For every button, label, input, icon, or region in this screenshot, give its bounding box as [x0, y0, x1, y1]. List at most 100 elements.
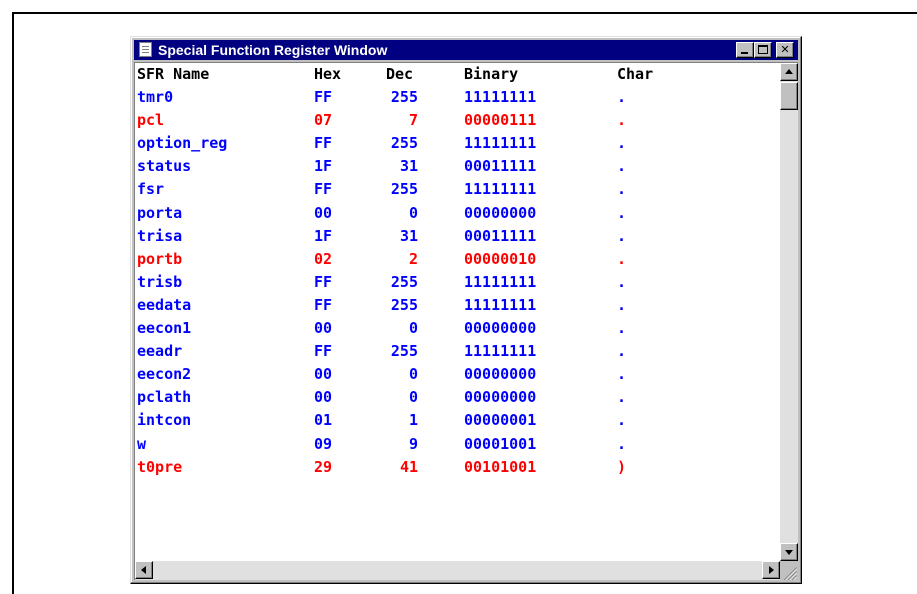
minimize-button[interactable]: [736, 42, 754, 58]
register-hex: FF: [314, 88, 333, 107]
register-hex: 00: [314, 203, 333, 222]
register-dec: 255: [390, 295, 418, 314]
table-row[interactable]: fsr FF 255 11111111.: [137, 178, 773, 201]
title-bar[interactable]: Special Function Register Window ✕: [134, 40, 798, 60]
register-binary: 00101001: [464, 457, 537, 476]
register-dec: 0: [408, 365, 418, 384]
maximize-button[interactable]: [754, 42, 772, 58]
register-dec: 2: [408, 249, 418, 268]
scroll-right-button[interactable]: [762, 561, 780, 579]
register-dec: 7: [408, 111, 418, 130]
register-dec: 0: [408, 203, 418, 222]
arrow-down-icon: [785, 550, 793, 555]
register-char: .: [617, 111, 627, 130]
register-name: status: [137, 157, 192, 176]
register-binary: 00000000: [464, 203, 537, 222]
column-header-hex[interactable]: Hex: [314, 65, 341, 83]
register-char: .: [617, 249, 627, 268]
scroll-up-button[interactable]: [780, 63, 798, 81]
minimize-icon: [741, 52, 748, 54]
register-name: t0pre: [137, 457, 183, 476]
register-name: intcon: [137, 411, 192, 430]
register-char: .: [617, 226, 627, 245]
register-list-area[interactable]: SFR Name Hex Dec Binary Char tmr0 FF 255 11…: [134, 62, 798, 580]
table-row[interactable]: eedata FF 255 11111111.: [137, 294, 773, 317]
table-row[interactable]: intcon 01 1 00000001.: [137, 409, 773, 432]
register-binary: 00000001: [464, 411, 537, 430]
register-dec: 255: [390, 180, 418, 199]
register-binary: 11111111: [464, 342, 537, 361]
resize-grip-icon[interactable]: [780, 561, 798, 580]
register-name: eecon2: [137, 365, 192, 384]
table-row[interactable]: tmr0 FF 255 11111111.: [137, 86, 773, 109]
table-row[interactable]: trisa 1F 31 00011111.: [137, 225, 773, 248]
register-hex: FF: [314, 342, 333, 361]
table-row[interactable]: eeadr FF 255 11111111.: [137, 340, 773, 363]
horizontal-scrollbar[interactable]: [135, 561, 780, 580]
column-header-binary[interactable]: Binary: [464, 65, 518, 83]
register-name: fsr: [137, 180, 165, 199]
register-binary: 00011111: [464, 157, 537, 176]
close-button[interactable]: ✕: [776, 42, 794, 58]
scroll-left-button[interactable]: [135, 561, 153, 579]
register-name: w: [137, 434, 147, 453]
register-char: .: [617, 180, 627, 199]
table-header: SFR Name Hex Dec Binary Char: [137, 63, 773, 86]
table-row[interactable]: t0pre 29 41 00101001): [137, 456, 773, 479]
register-hex: 00: [314, 319, 333, 338]
vertical-scroll-thumb[interactable]: [780, 82, 798, 110]
register-hex: 02: [314, 249, 333, 268]
register-hex: FF: [314, 134, 333, 153]
register-name: trisb: [137, 272, 183, 291]
document-frame-left: [12, 12, 14, 594]
register-binary: 00000000: [464, 319, 537, 338]
register-hex: 01: [314, 411, 333, 430]
window-app-icon[interactable]: [139, 42, 152, 57]
register-binary: 11111111: [464, 272, 537, 291]
vertical-scrollbar[interactable]: [780, 63, 798, 561]
table-row[interactable]: trisb FF 255 11111111.: [137, 271, 773, 294]
register-hex: 1F: [314, 226, 333, 245]
register-dec: 255: [390, 342, 418, 361]
table-row[interactable]: status 1F 31 00011111.: [137, 155, 773, 178]
column-header-dec[interactable]: Dec: [386, 65, 413, 83]
column-header-char[interactable]: Char: [617, 65, 653, 83]
register-binary: 00001001: [464, 434, 537, 453]
register-dec: 41: [399, 457, 418, 476]
column-header-sfr-name[interactable]: SFR Name: [137, 65, 209, 83]
arrow-up-icon: [785, 69, 793, 74]
table-row[interactable]: pclath 00 0 00000000.: [137, 386, 773, 409]
table-row[interactable]: portb 02 2 00000010.: [137, 248, 773, 271]
register-binary: 00000000: [464, 388, 537, 407]
register-table: SFR Name Hex Dec Binary Char tmr0 FF 255 11…: [137, 63, 773, 479]
register-dec: 9: [408, 434, 418, 453]
register-name: eedata: [137, 295, 192, 314]
register-hex: 00: [314, 388, 333, 407]
register-binary: 00000000: [464, 365, 537, 384]
register-char: .: [617, 295, 627, 314]
table-row[interactable]: w 09 9 00001001.: [137, 433, 773, 456]
table-row[interactable]: porta 00 0 00000000.: [137, 202, 773, 225]
register-dec: 1: [408, 411, 418, 430]
register-dec: 0: [408, 319, 418, 338]
register-name: trisa: [137, 226, 183, 245]
arrow-left-icon: [141, 566, 146, 574]
register-hex: FF: [314, 180, 333, 199]
register-hex: 29: [314, 457, 333, 476]
register-name: pcl: [137, 111, 165, 130]
table-row[interactable]: pcl 07 7 00000111.: [137, 109, 773, 132]
register-binary: 00000010: [464, 249, 537, 268]
document-frame-top: [12, 12, 917, 14]
scroll-down-button[interactable]: [780, 543, 798, 561]
table-row[interactable]: eecon2 00 0 00000000.: [137, 363, 773, 386]
sfr-window: Special Function Register Window ✕ SFR N…: [130, 36, 802, 584]
table-row[interactable]: eecon1 00 0 00000000.: [137, 317, 773, 340]
register-dec: 255: [390, 272, 418, 291]
register-char: .: [617, 157, 627, 176]
register-binary: 11111111: [464, 88, 537, 107]
register-char: .: [617, 319, 627, 338]
table-row[interactable]: option_reg FF 255 11111111.: [137, 132, 773, 155]
register-hex: 1F: [314, 157, 333, 176]
close-icon: ✕: [780, 43, 790, 56]
maximize-icon: [758, 45, 768, 54]
